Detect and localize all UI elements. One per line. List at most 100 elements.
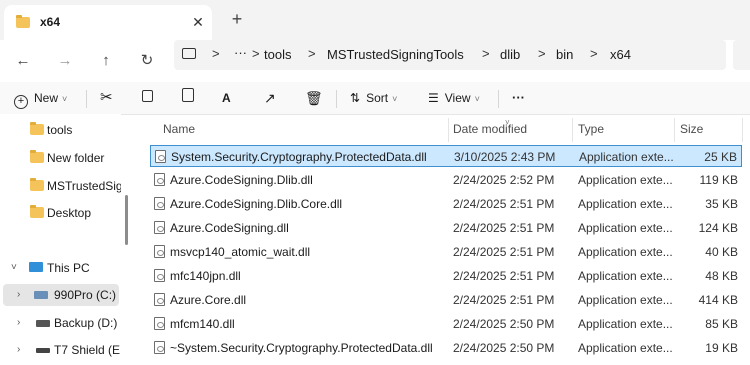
file-row[interactable]: Azure.CodeSigning.dll 2/24/2025 2:51 PM … [150,217,742,239]
file-row[interactable]: ~System.Security.Cryptography.ProtectedD… [150,337,742,359]
file-name: Azure.CodeSigning.Dlib.Core.dll [170,197,343,211]
sidebar-item-new-folder[interactable]: New folder [0,147,120,169]
sidebar-item-this-pc[interactable]: ˅ This PC [0,257,120,279]
dll-file-icon [154,245,165,258]
view-button[interactable]: ☰ View ˅ [428,86,480,110]
column-header-name[interactable]: Name [163,122,195,136]
refresh-button[interactable]: ↻ [135,49,159,73]
file-name: msvcp140_atomic_wait.dll [170,245,311,259]
cut-icon[interactable]: ✂ [100,86,113,110]
sidebar-item-label: New folder [47,151,105,165]
file-row[interactable]: Azure.CodeSigning.Dlib.Core.dll 2/24/202… [150,193,742,215]
breadcrumb-x64[interactable]: x64 [610,47,631,62]
delete-icon[interactable]: 🗑 [305,86,323,110]
sort-button[interactable]: ⇅ Sort ˅ [350,86,397,110]
search-box[interactable] [733,40,750,70]
file-size: 124 KB [698,221,738,235]
sidebar-item-tools[interactable]: tools [0,119,120,141]
sidebar-item-mstrustedsigningtools[interactable]: MSTrustedSigr [0,175,121,197]
breadcrumb-mstrustedsigningtools[interactable]: MSTrustedSigningTools [327,47,464,62]
sidebar-item-label: This PC [47,261,90,275]
chevron-down-icon[interactable]: ˅ [11,257,17,279]
new-tab-button[interactable]: + [226,8,248,30]
column-header-type[interactable]: Type [578,122,604,136]
sidebar-item-990pro[interactable]: › 990Pro (C:) [3,284,119,306]
column-divider[interactable] [448,118,449,142]
share-icon[interactable]: ↗ [264,86,276,110]
folder-icon [30,150,44,163]
copy-icon[interactable] [142,86,153,110]
breadcrumb-bin[interactable]: bin [556,47,573,62]
column-header-size[interactable]: Size [680,122,703,136]
folder-icon [16,15,30,28]
chevron-right-icon[interactable]: › [17,284,20,306]
back-button[interactable]: ← [11,49,35,73]
command-bar: + New ˅ ✂ A ↗ 🗑 ⇅ Sort ˅ ☰ View ˅ ··· [0,82,750,115]
divider [498,90,499,108]
sidebar-item-desktop[interactable]: Desktop [0,202,120,224]
file-size: 119 KB [699,173,738,187]
file-date: 2/24/2025 2:51 PM [453,197,555,211]
file-name: Azure.Core.dll [170,293,247,307]
file-type: Application exte... [578,197,673,211]
chevron-right-icon[interactable]: › [17,339,20,361]
file-date: 2/24/2025 2:51 PM [453,269,555,283]
file-row[interactable]: mfcm140.dll 2/24/2025 2:50 PM Applicatio… [150,313,742,335]
column-divider[interactable] [742,118,743,142]
breadcrumb-tools[interactable]: tools [264,47,291,62]
breadcrumb-more[interactable]: ··· [234,45,247,60]
sort-icon: ⇅ [350,91,361,105]
up-button[interactable]: ↑ [94,49,118,73]
paste-icon[interactable] [182,86,194,110]
address-row: ← → ↑ ↻ > ··· > tools > MSTrustedSigning… [0,40,750,82]
dll-file-icon [154,341,165,354]
file-name: mfc140jpn.dll [170,269,241,283]
new-button[interactable]: + New ˅ [14,86,67,110]
file-name: ~System.Security.Cryptography.ProtectedD… [170,341,433,355]
file-type: Application exte... [578,293,673,307]
drive-icon [34,291,48,299]
column-divider[interactable] [674,118,675,142]
forward-button[interactable]: → [53,49,77,73]
dll-file-icon [154,317,165,330]
chevron-right-icon[interactable]: › [17,312,20,334]
view-button-label: View [444,91,471,105]
breadcrumb-separator: > [482,46,490,61]
file-type: Application exte... [578,173,673,187]
view-list-icon: ☰ [428,91,439,105]
breadcrumb-dlib[interactable]: dlib [500,47,520,62]
navigation-pane: tools New folder MSTrustedSigr Desktop ˅… [0,114,121,365]
column-header-date[interactable]: Date modified [453,122,527,136]
file-row[interactable]: Azure.CodeSigning.Dlib.dll 2/24/2025 2:5… [150,169,742,191]
sidebar-item-label: Desktop [47,206,92,220]
monitor-icon [29,262,43,272]
breadcrumb-separator: > [538,46,546,61]
folder-icon [30,178,44,191]
sidebar-item-backup[interactable]: › Backup (D:) [0,312,120,334]
file-name: Azure.CodeSigning.Dlib.dll [170,173,313,187]
computer-icon [182,48,196,59]
tab-x64[interactable]: x64 ✕ [4,5,212,40]
sidebar-item-label: 990Pro (C:) [54,288,117,302]
divider [86,90,87,108]
file-date: 2/24/2025 2:52 PM [453,173,555,187]
dll-file-icon [154,221,165,234]
file-row[interactable]: msvcp140_atomic_wait.dll 2/24/2025 2:51 … [150,241,742,263]
sidebar-item-label: Backup (D:) [54,316,118,330]
rename-icon[interactable]: A [222,86,231,110]
dll-file-icon [154,269,165,282]
file-type: Application exte... [578,269,673,283]
navigation-scrollbar[interactable] [125,195,128,245]
file-row[interactable]: System.Security.Cryptography.ProtectedDa… [150,145,742,167]
file-row[interactable]: Azure.Core.dll 2/24/2025 2:51 PM Applica… [150,289,742,311]
close-tab-icon[interactable]: ✕ [188,12,208,32]
file-name: System.Security.Cryptography.ProtectedDa… [171,150,427,164]
column-divider[interactable] [572,118,573,142]
sidebar-item-label: tools [47,123,73,137]
sort-button-label: Sort [366,91,389,105]
more-options-button[interactable]: ··· [512,86,525,110]
address-bar[interactable]: > ··· > tools > MSTrustedSigningTools > … [174,40,726,70]
file-row[interactable]: mfc140jpn.dll 2/24/2025 2:51 PM Applicat… [150,265,742,287]
divider [336,90,337,108]
sidebar-item-t7-shield[interactable]: › T7 Shield (E:) [0,339,121,361]
